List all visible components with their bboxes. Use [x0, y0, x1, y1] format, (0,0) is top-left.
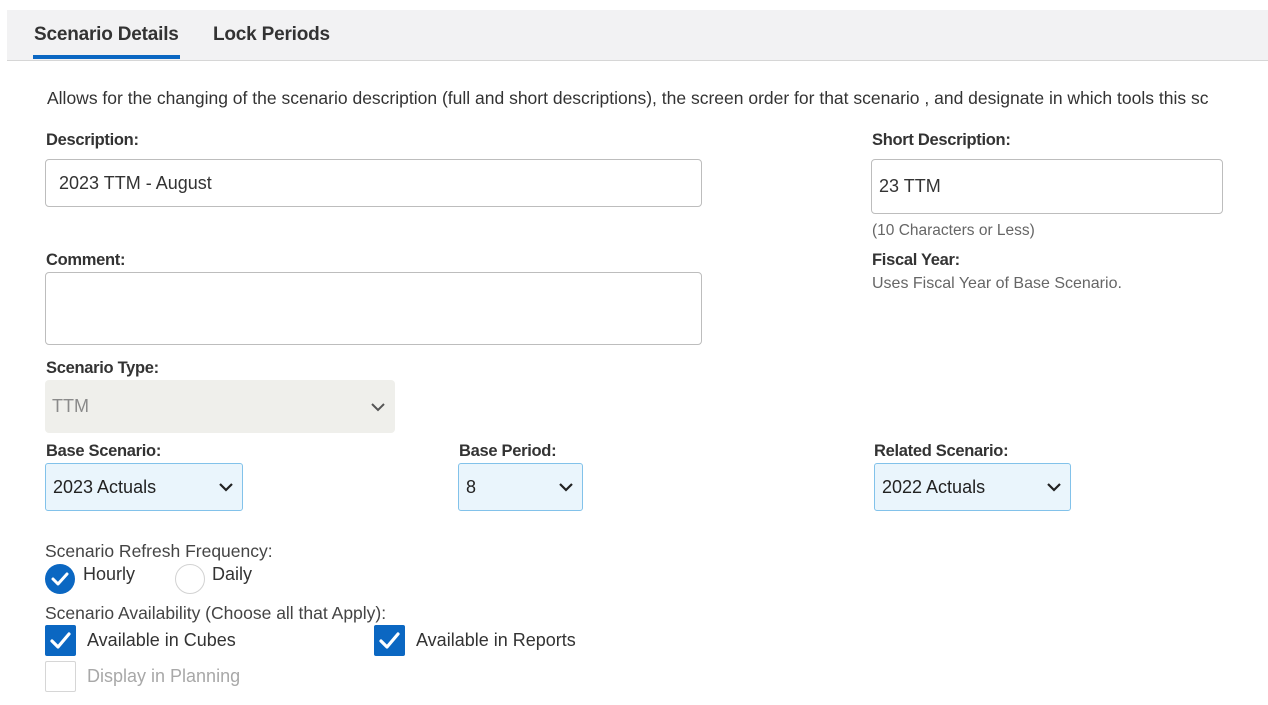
base-scenario-value: 2023 Actuals [53, 476, 157, 497]
refresh-frequency-label: Scenario Refresh Frequency: [45, 541, 273, 561]
comment-label: Comment: [46, 251, 126, 269]
hourly-radio[interactable] [45, 564, 75, 594]
chevron-down-icon [218, 481, 234, 493]
description-label: Description: [46, 131, 139, 149]
hourly-label[interactable]: Hourly [83, 564, 135, 585]
display-in-planning-checkbox [45, 661, 76, 692]
tab-scenario-details[interactable]: Scenario Details [33, 24, 180, 59]
chevron-down-icon [370, 401, 386, 413]
chevron-down-icon [558, 481, 574, 493]
intro-text: Allows for the changing of the scenario … [47, 88, 1209, 108]
available-in-reports-checkbox[interactable] [374, 625, 405, 656]
base-period-label: Base Period: [459, 442, 557, 460]
short-description-input[interactable]: 23 TTM [871, 159, 1223, 214]
short-description-value: 23 TTM [879, 176, 941, 196]
description-value: 2023 TTM - August [59, 172, 212, 193]
check-icon [374, 625, 405, 656]
available-in-reports-label[interactable]: Available in Reports [416, 630, 576, 651]
related-scenario-value: 2022 Actuals [882, 476, 986, 497]
base-scenario-label: Base Scenario: [46, 442, 162, 460]
fiscal-year-label: Fiscal Year: [872, 251, 960, 269]
daily-label[interactable]: Daily [212, 564, 252, 585]
daily-radio[interactable] [175, 564, 205, 594]
available-in-cubes-checkbox[interactable] [45, 625, 76, 656]
short-description-label: Short Description: [872, 131, 1011, 149]
tab-bar: Scenario Details Lock Periods [7, 10, 1268, 61]
chevron-down-icon [1046, 481, 1062, 493]
tab-lock-periods[interactable]: Lock Periods [213, 24, 330, 46]
base-scenario-select[interactable]: 2023 Actuals [45, 463, 243, 511]
base-period-value: 8 [466, 476, 477, 497]
fiscal-year-note: Uses Fiscal Year of Base Scenario. [872, 275, 1122, 292]
check-icon [45, 564, 75, 594]
scenario-type-label: Scenario Type: [46, 359, 159, 377]
check-icon [45, 625, 76, 656]
base-period-select[interactable]: 8 [458, 463, 583, 511]
scenario-type-select: TTM [45, 380, 395, 433]
comment-textarea[interactable] [45, 272, 702, 345]
description-input[interactable]: 2023 TTM - August [45, 159, 702, 207]
related-scenario-label: Related Scenario: [874, 442, 1009, 460]
availability-label: Scenario Availability (Choose all that A… [45, 603, 387, 623]
short-description-hint: (10 Characters or Less) [872, 222, 1035, 239]
display-in-planning-label: Display in Planning [87, 666, 241, 686]
scenario-type-value: TTM [52, 396, 89, 416]
related-scenario-select[interactable]: 2022 Actuals [874, 463, 1071, 511]
available-in-cubes-label[interactable]: Available in Cubes [87, 630, 236, 651]
